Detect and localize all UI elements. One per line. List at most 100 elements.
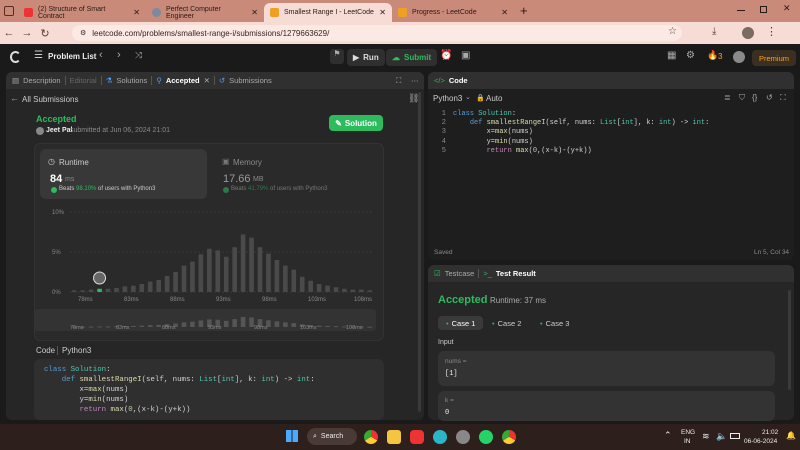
run-button[interactable]: ▶ Run bbox=[347, 49, 385, 66]
user-avatar[interactable] bbox=[733, 51, 745, 63]
chrome-profile-app-icon[interactable] bbox=[502, 430, 516, 444]
new-tab-button[interactable]: + bbox=[520, 3, 528, 18]
chart-bar bbox=[97, 288, 102, 292]
youtube-app-icon[interactable] bbox=[410, 430, 424, 444]
downloads-icon[interactable]: ⤓ bbox=[712, 26, 716, 37]
left-scrollbar[interactable] bbox=[418, 92, 421, 412]
notes-icon[interactable]: ▣ bbox=[461, 50, 470, 61]
browser-tab-active[interactable]: Smallest Range I - LeetCode ✕ bbox=[264, 3, 392, 22]
settings-gear-icon[interactable]: ⚙ bbox=[686, 50, 695, 61]
forward-icon[interactable]: → bbox=[18, 27, 36, 39]
whatsapp-app-icon[interactable] bbox=[479, 430, 493, 444]
tab-description[interactable]: Description bbox=[23, 76, 61, 85]
close-tab-icon[interactable]: ✕ bbox=[501, 8, 508, 17]
close-window-icon[interactable]: ✕ bbox=[783, 3, 791, 14]
site-info-icon[interactable]: ⚙ bbox=[80, 29, 86, 37]
chart-bar bbox=[156, 280, 161, 292]
tab-solutions[interactable]: Solutions bbox=[116, 76, 147, 85]
solution-button[interactable]: ✎ Solution bbox=[329, 115, 383, 131]
battery-icon[interactable] bbox=[730, 433, 740, 439]
auto-mode[interactable]: Auto bbox=[486, 94, 502, 103]
search-box[interactable]: ⌕ Search bbox=[307, 428, 357, 445]
case-3-tab[interactable]: • Case 3 bbox=[532, 316, 577, 330]
maximize-icon[interactable] bbox=[760, 6, 767, 13]
chart-overview-label: 103ms bbox=[300, 325, 317, 331]
streak-fire-icon[interactable]: 🔥 bbox=[707, 50, 718, 61]
beats-icon bbox=[223, 187, 229, 193]
settings-app-icon[interactable] bbox=[456, 430, 470, 444]
back-icon[interactable]: ← bbox=[0, 27, 18, 39]
format-icon[interactable]: ≣ bbox=[724, 93, 731, 102]
chart-overview-bar bbox=[333, 326, 339, 328]
browser-tab[interactable]: (2) Structure of Smart Contract ✕ bbox=[18, 3, 146, 22]
clock-time[interactable]: 21:02 bbox=[762, 429, 778, 436]
menu-dots-icon[interactable]: ⋮ bbox=[766, 25, 777, 38]
input-language[interactable]: ENG bbox=[681, 429, 695, 436]
next-problem-icon[interactable]: › bbox=[117, 49, 121, 61]
browser-tab[interactable]: Perfect Computer Engineer ✕ bbox=[146, 3, 264, 22]
tab-testcase[interactable]: Testcase bbox=[445, 269, 475, 278]
bookmark-icon[interactable]: ⛉ bbox=[739, 93, 745, 103]
notification-icon[interactable]: 🔔 bbox=[786, 431, 796, 440]
right-scrollbar[interactable] bbox=[788, 290, 791, 390]
debug-icon[interactable]: ⚑ bbox=[330, 49, 344, 64]
expand-icon[interactable]: ⛶ bbox=[396, 76, 401, 86]
language-select[interactable]: Python3 bbox=[433, 94, 462, 103]
alarm-icon[interactable]: ⏰ bbox=[440, 50, 452, 61]
close-tab-icon[interactable]: ✕ bbox=[133, 8, 140, 17]
close-tab-icon[interactable]: ✕ bbox=[379, 8, 386, 17]
memory-label[interactable]: Memory bbox=[233, 158, 262, 167]
chrome-app-icon[interactable] bbox=[364, 430, 378, 444]
wifi-icon[interactable]: ≋ bbox=[702, 431, 710, 442]
tab-test-result[interactable]: Test Result bbox=[496, 269, 536, 278]
braces-icon[interactable]: {} bbox=[752, 93, 757, 102]
k-value: 0 bbox=[445, 409, 450, 417]
all-submissions-link[interactable]: All Submissions bbox=[22, 95, 78, 104]
chart-bar bbox=[122, 286, 128, 292]
close-accepted-tab-icon[interactable]: ✕ bbox=[204, 76, 210, 85]
reload-icon[interactable]: ↻ bbox=[36, 27, 54, 40]
input-region[interactable]: IN bbox=[684, 438, 691, 445]
back-arrow-icon[interactable]: ← bbox=[10, 93, 19, 103]
tab-submissions[interactable]: Submissions bbox=[229, 76, 272, 85]
url-field[interactable]: ⚙ leetcode.com/problems/smallest-range-i… bbox=[72, 25, 682, 41]
prev-problem-icon[interactable]: ‹ bbox=[99, 49, 103, 61]
clock-date[interactable]: 06-06-2024 bbox=[744, 438, 777, 445]
runtime-distribution-chart[interactable]: 10% 5% 0% 78ms 83ms 88ms 93ms 98ms 103ms 108ms 78m… bbox=[34, 204, 384, 339]
more-icon[interactable]: ⋯ bbox=[411, 76, 419, 85]
edge-app-icon[interactable] bbox=[433, 430, 447, 444]
case-1-tab[interactable]: • Case 1 bbox=[438, 316, 484, 330]
submit-button[interactable]: ☁ Submit bbox=[386, 49, 438, 66]
start-windows-icon[interactable] bbox=[286, 430, 298, 442]
k-input-box bbox=[438, 391, 775, 421]
solutions-icon: ⚗ bbox=[105, 76, 113, 85]
chevron-down-icon[interactable]: ⌄ bbox=[465, 93, 471, 101]
code-editor-text[interactable]: class Solution: def smallestRangeI(self,… bbox=[453, 110, 709, 156]
code-brackets-icon: </> bbox=[434, 76, 445, 85]
submitter-name[interactable]: Jeet Pal bbox=[46, 127, 72, 134]
case-2-tab[interactable]: • Case 2 bbox=[484, 316, 529, 330]
tab-editorial[interactable]: Editorial bbox=[70, 76, 97, 85]
close-tab-icon[interactable]: ✕ bbox=[251, 8, 258, 17]
tab-accepted[interactable]: Accepted bbox=[166, 76, 200, 85]
reset-icon[interactable]: ↺ bbox=[766, 93, 773, 102]
minimize-icon[interactable] bbox=[737, 10, 745, 11]
browser-tab[interactable]: Progress - LeetCode ✕ bbox=[392, 3, 514, 22]
profile-avatar[interactable] bbox=[742, 27, 754, 39]
premium-button[interactable]: Premium bbox=[752, 50, 796, 66]
chart-overview-label: 83ms bbox=[116, 325, 130, 331]
file-explorer-icon[interactable] bbox=[387, 430, 401, 444]
speaker-icon[interactable]: 🔈 bbox=[716, 431, 727, 442]
shuffle-icon[interactable]: ⤨ bbox=[135, 50, 142, 61]
tab-search-icon[interactable] bbox=[4, 6, 14, 16]
chart-x-tick-label: 98ms bbox=[262, 297, 277, 303]
leetcode-logo-icon[interactable] bbox=[10, 51, 21, 63]
problem-list-icon[interactable]: ☰ bbox=[34, 50, 43, 61]
layout-icon[interactable]: ▦ bbox=[667, 50, 676, 61]
bookmark-star-icon[interactable]: ☆ bbox=[668, 26, 677, 37]
memory-value: 17.66 bbox=[223, 173, 251, 185]
tray-chevron-icon[interactable]: ⌃ bbox=[664, 430, 672, 441]
chart-overview-bar bbox=[223, 320, 229, 327]
fullscreen-icon[interactable]: ⛶ bbox=[780, 93, 786, 103]
problem-list-link[interactable]: Problem List bbox=[48, 52, 96, 61]
